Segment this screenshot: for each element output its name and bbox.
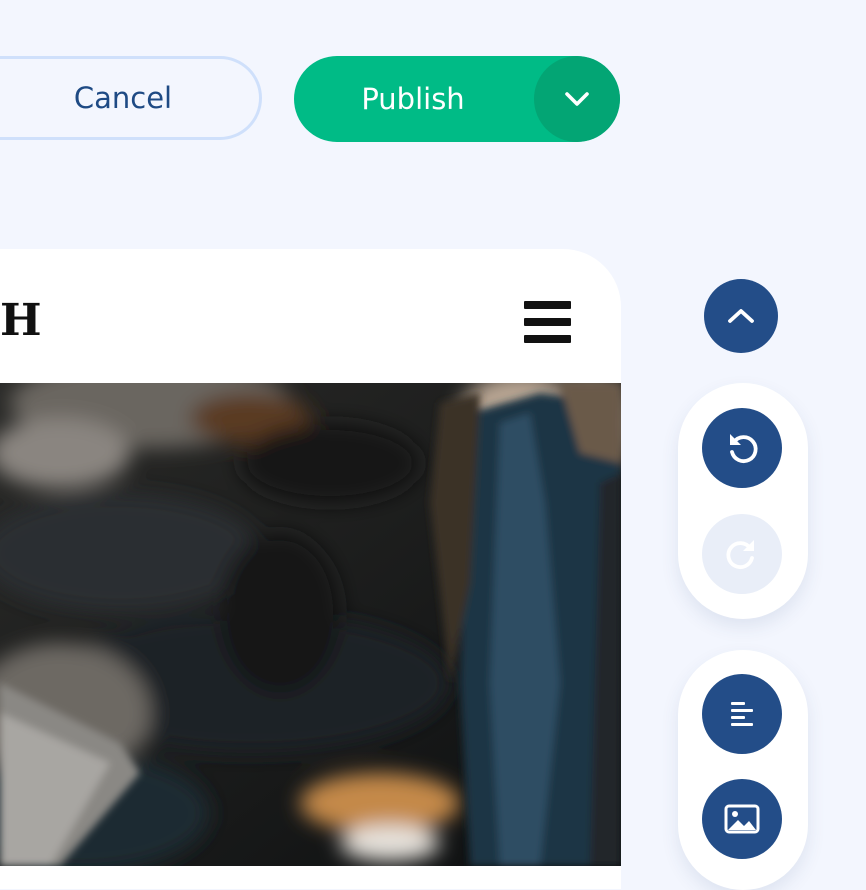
cancel-button[interactable]: Cancel xyxy=(0,56,262,140)
undo-button[interactable] xyxy=(702,408,782,488)
publish-button[interactable]: Publish xyxy=(294,56,620,142)
undo-icon xyxy=(730,434,758,463)
publish-button-label: Publish xyxy=(361,82,465,116)
hero-image xyxy=(0,383,621,866)
site-logo-text: H xyxy=(0,295,42,346)
text-block-button[interactable] xyxy=(702,674,782,754)
text-align-icon xyxy=(731,702,753,726)
scroll-up-button[interactable] xyxy=(704,279,778,353)
chevron-down-icon xyxy=(565,92,589,106)
hamburger-menu-icon[interactable] xyxy=(524,301,572,343)
publish-dropdown-button[interactable] xyxy=(534,56,620,142)
image-icon xyxy=(724,804,760,834)
image-block-button[interactable] xyxy=(702,779,782,859)
chevron-up-icon xyxy=(728,309,754,323)
redo-icon xyxy=(726,540,754,569)
redo-button[interactable] xyxy=(702,514,782,594)
